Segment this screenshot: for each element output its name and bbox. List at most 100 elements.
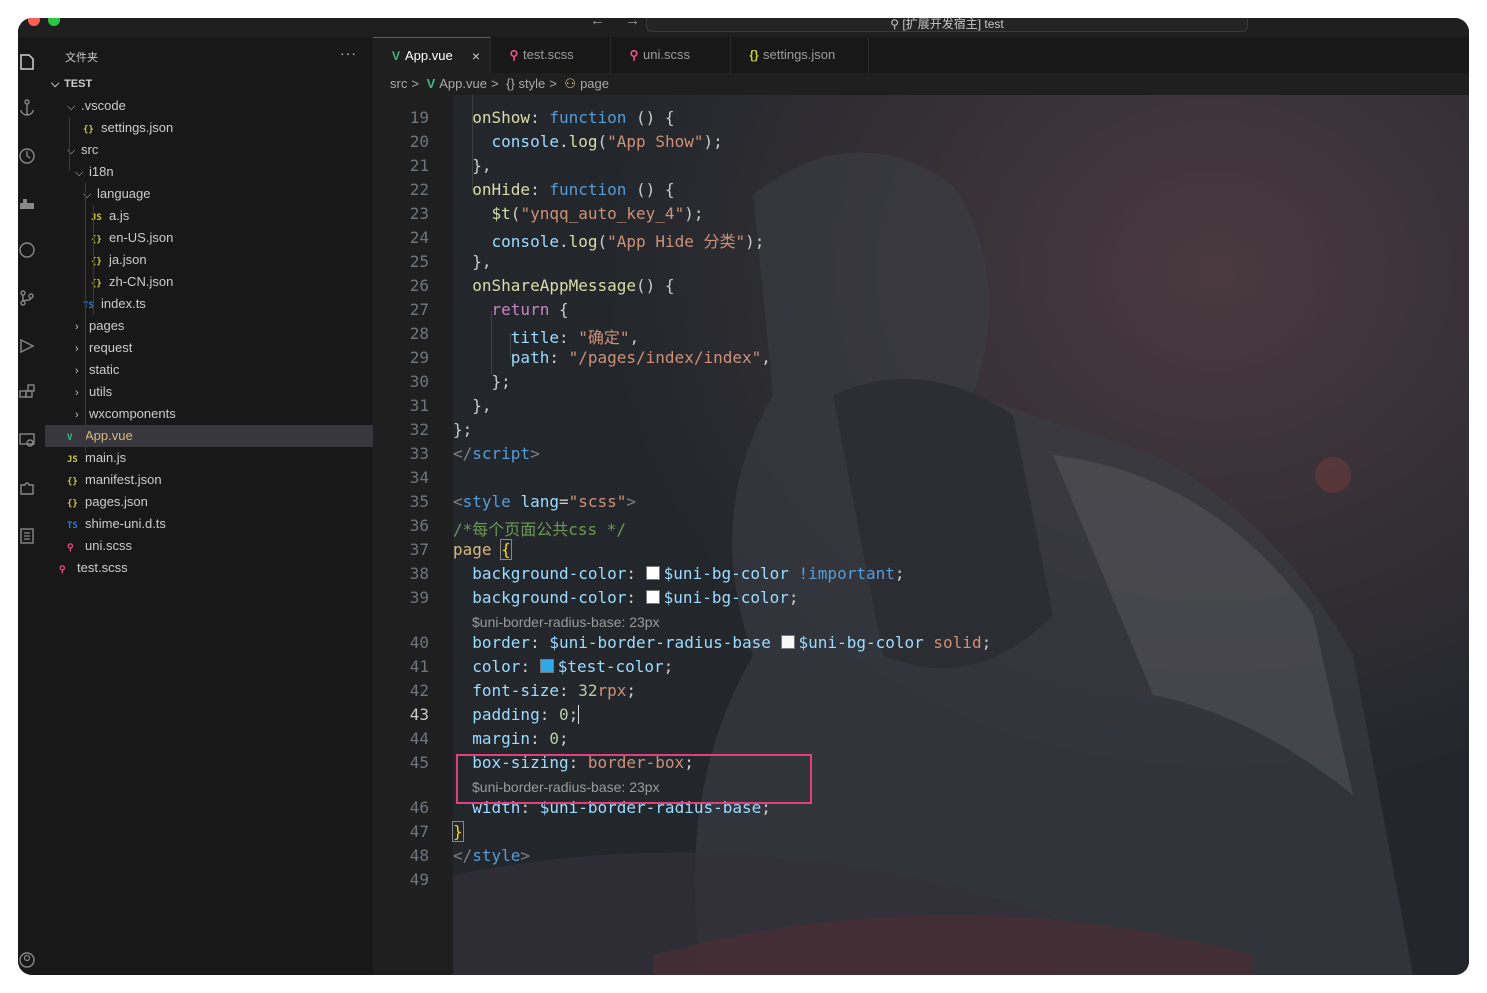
run-debug-icon[interactable]	[18, 337, 36, 355]
code-line: console.log("App Hide 分类");	[491, 232, 765, 251]
code-line: /*每个页面公共css */	[453, 520, 627, 539]
tree-guide	[69, 117, 70, 171]
code-line: page {	[453, 539, 512, 560]
chevron-down-icon: ⌵	[75, 167, 84, 179]
file-item[interactable]: ⚲ uni.scss	[45, 535, 373, 557]
breadcrumb-file[interactable]: App.vue	[439, 76, 487, 91]
color-swatch[interactable]	[645, 590, 660, 604]
tab-app-vue[interactable]: V App.vue ×	[373, 37, 491, 73]
folder-item[interactable]: › utils	[45, 381, 373, 403]
chevron-right-icon: >	[549, 76, 557, 91]
code-line: </style>	[453, 846, 531, 865]
tree-item-label: pages	[89, 318, 125, 333]
color-swatch[interactable]	[780, 635, 795, 649]
file-item[interactable]: TS shime-uni.d.ts	[45, 513, 373, 535]
file-item[interactable]: {} zh-CN.json	[45, 271, 373, 293]
code-line: margin: 0;	[472, 729, 569, 748]
line-number: 33	[409, 444, 429, 463]
code-line: },	[453, 252, 492, 271]
zoom-window-button[interactable]	[48, 18, 60, 26]
code-line: },	[453, 156, 492, 175]
line-number: 41	[409, 657, 429, 676]
color-swatch[interactable]	[645, 566, 660, 580]
folder-item[interactable]: ⌵ .vscode	[45, 95, 373, 117]
json-file-icon: {}	[83, 125, 94, 135]
command-center[interactable]: ⚲ [扩展开发宿主] test	[646, 18, 1248, 32]
code-editor[interactable]: 19 20 21 22 23 24 25 26 27 28 29 30 31 32 33 34 35 36 37 38…	[373, 95, 1469, 975]
line-number: 48	[409, 846, 429, 865]
line-number: 38	[409, 564, 429, 583]
folder-item[interactable]: › request	[45, 337, 373, 359]
line-number: 46	[409, 798, 429, 817]
anchor-icon[interactable]	[18, 99, 36, 117]
editor-tabs: V App.vue × ⚲ test.scss ⚲ uni.scss {} settin…	[373, 37, 1469, 74]
folder-item[interactable]: › static	[45, 359, 373, 381]
json-file-icon: {}	[67, 477, 78, 487]
line-number: 31	[409, 396, 429, 415]
explorer-icon[interactable]	[18, 53, 36, 71]
file-item[interactable]: ⚲ test.scss	[45, 557, 373, 579]
tab-test-scss[interactable]: ⚲ test.scss	[491, 37, 611, 73]
file-item[interactable]: JS a.js	[45, 205, 373, 227]
line-number: 47	[409, 822, 429, 841]
circle-icon[interactable]	[18, 241, 36, 259]
line-number-gutter	[373, 95, 453, 975]
file-item[interactable]: {} ja.json	[45, 249, 373, 271]
file-item[interactable]: {} en-US.json	[45, 227, 373, 249]
docker-icon[interactable]	[18, 195, 36, 213]
file-item[interactable]: {} pages.json	[45, 491, 373, 513]
tab-uni-scss[interactable]: ⚲ uni.scss	[611, 37, 731, 73]
close-window-button[interactable]	[28, 18, 40, 26]
line-number: 29	[409, 348, 429, 367]
folder-item[interactable]: ⌵ language	[45, 183, 373, 205]
puzzle-icon[interactable]	[18, 479, 36, 497]
code-line: border: $uni-border-radius-base $uni-bg-…	[472, 633, 992, 652]
line-number: 45	[409, 753, 429, 772]
file-item[interactable]: TS index.ts	[45, 293, 373, 315]
breadcrumb-page[interactable]: page	[580, 76, 609, 91]
line-number: 43	[409, 705, 429, 724]
more-actions-icon[interactable]: ···	[340, 45, 357, 61]
color-swatch[interactable]	[539, 659, 554, 673]
chevron-right-icon: >	[490, 76, 499, 91]
breadcrumb-src[interactable]: src	[390, 76, 407, 91]
extensions-icon[interactable]	[18, 383, 36, 401]
tree-item-label: .vscode	[81, 98, 126, 113]
selector-icon: ⚇	[564, 76, 577, 91]
source-control-icon[interactable]	[18, 289, 36, 307]
nav-arrows[interactable]: ← →	[590, 18, 648, 29]
code-line: },	[453, 396, 492, 415]
inlay-hint: $uni-border-radius-base: 23px	[472, 614, 660, 630]
tree-item-label: zh-CN.json	[109, 274, 174, 289]
folder-item[interactable]: › pages	[45, 315, 373, 337]
timeline-icon[interactable]	[18, 147, 36, 165]
code-line: title: "确定",	[510, 328, 640, 347]
remote-explorer-icon[interactable]	[18, 431, 36, 449]
book-icon[interactable]	[18, 527, 36, 545]
code-line: font-size: 32rpx;	[472, 681, 637, 700]
chevron-right-icon: ›	[75, 321, 79, 333]
line-number: 34	[409, 468, 429, 487]
tree-guide	[93, 205, 94, 315]
folder-item[interactable]: › wxcomponents	[45, 403, 373, 425]
code-line: background-color: $uni-bg-color !importa…	[472, 564, 905, 583]
file-item[interactable]: JS main.js	[45, 447, 373, 469]
file-item[interactable]: V App.vue	[45, 425, 373, 447]
scss-file-icon: ⚲	[59, 565, 66, 575]
account-icon[interactable]	[18, 951, 36, 969]
folder-item[interactable]: ⌵ i18n	[45, 161, 373, 183]
line-number: 44	[409, 729, 429, 748]
close-icon[interactable]: ×	[472, 38, 480, 74]
workspace-root[interactable]: ⌵ TEST	[45, 73, 373, 95]
line-number: 22	[409, 180, 429, 199]
breadcrumb-style[interactable]: {} style	[506, 76, 545, 91]
line-number: 40	[409, 633, 429, 652]
folder-item[interactable]: ⌵ src	[45, 139, 373, 161]
file-item[interactable]: {} manifest.json	[45, 469, 373, 491]
tab-label: uni.scss	[643, 47, 690, 62]
line-number: 39	[409, 588, 429, 607]
tab-settings-json[interactable]: {} settings.json	[731, 37, 869, 73]
tree-item-label: uni.scss	[85, 538, 132, 553]
tree-item-label: index.ts	[101, 296, 146, 311]
file-item[interactable]: {} settings.json	[45, 117, 373, 139]
